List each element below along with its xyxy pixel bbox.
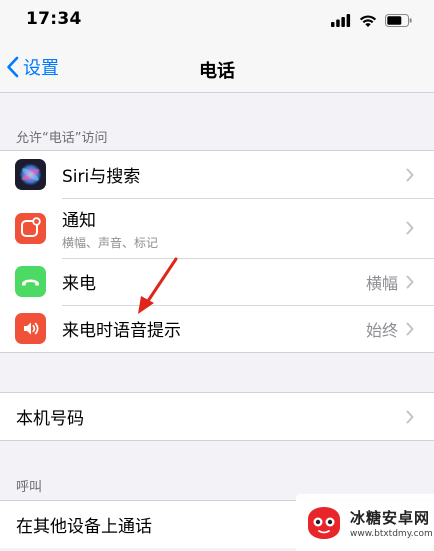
announce-calls-value: 始终	[365, 320, 398, 340]
chevron-right-icon	[406, 275, 414, 288]
incoming-calls-row[interactable]: 来电 横幅	[0, 258, 434, 305]
cellular-signal-icon	[331, 13, 351, 27]
watermark-logo-icon	[308, 506, 340, 539]
my-number-label: 本机号码	[16, 409, 84, 429]
my-number-group: 本机号码	[0, 392, 434, 441]
incoming-calls-label: 来电	[62, 274, 96, 294]
siri-search-label: Siri与搜索	[62, 167, 141, 187]
watermark-url: www.btxtdmy.com	[350, 528, 433, 539]
section-header-calls: 呼叫	[16, 480, 43, 495]
section-header-access: 允许“电话”访问	[16, 131, 108, 146]
access-settings-group: Siri与搜索 通知 横幅、声音、标记 来电 横幅 来电时语音提示 始终	[0, 150, 434, 353]
notifications-icon	[15, 212, 46, 244]
announce-calls-label: 来电时语音提示	[62, 321, 181, 341]
status-bar: 17:34	[0, 0, 434, 40]
wifi-icon	[359, 15, 377, 27]
page-title: 电话	[199, 61, 235, 82]
navigation-bar: 设置 电话	[0, 40, 434, 93]
watermark-title: 冰糖安卓网	[350, 508, 431, 527]
my-number-row[interactable]: 本机号码	[0, 393, 434, 440]
watermark: 冰糖安卓网 www.btxtdmy.com	[296, 494, 434, 551]
siri-icon	[15, 159, 46, 190]
chevron-right-icon	[406, 322, 414, 335]
notifications-label: 通知	[62, 210, 96, 231]
incoming-calls-value: 横幅	[365, 273, 398, 293]
notifications-sublabel: 横幅、声音、标记	[62, 235, 159, 250]
announce-calls-row[interactable]: 来电时语音提示 始终	[0, 305, 434, 352]
chevron-right-icon	[406, 221, 414, 235]
notifications-row[interactable]: 通知 横幅、声音、标记	[0, 198, 434, 258]
status-time: 17:34	[26, 9, 82, 29]
battery-icon	[385, 13, 412, 27]
siri-search-row[interactable]: Siri与搜索	[0, 151, 434, 198]
incoming-call-icon	[15, 266, 46, 297]
announce-calls-icon	[15, 313, 46, 344]
chevron-right-icon	[406, 168, 414, 181]
status-icons	[331, 12, 412, 28]
chevron-right-icon	[406, 410, 414, 423]
